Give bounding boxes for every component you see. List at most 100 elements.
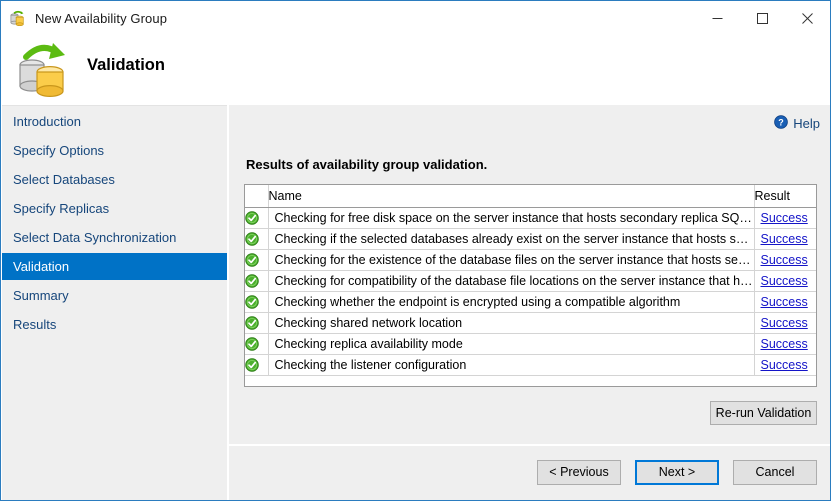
column-header-result[interactable]: Result: [754, 185, 816, 208]
column-header-status[interactable]: [245, 185, 268, 208]
column-header-name[interactable]: Name: [268, 185, 754, 208]
row-name-cell: Checking for the existence of the databa…: [268, 250, 754, 271]
re-run-validation-button[interactable]: Re-run Validation: [710, 401, 817, 425]
success-icon: [245, 316, 259, 330]
table-body: Checking for free disk space on the serv…: [245, 208, 816, 388]
database-sync-icon: [12, 39, 78, 99]
content-panel: ? Help Results of availability group val…: [229, 105, 830, 500]
row-result-cell: Success: [754, 208, 816, 229]
row-status-cell: [245, 250, 268, 271]
sidebar-item-label: Results: [13, 317, 56, 332]
result-link[interactable]: Success: [755, 274, 808, 288]
result-link[interactable]: Success: [755, 316, 808, 330]
close-button[interactable]: [785, 1, 830, 36]
window-controls: [695, 1, 830, 36]
row-name-cell: Checking if the selected databases alrea…: [268, 229, 754, 250]
new-availability-group-dialog: New Availability Group: [0, 0, 831, 501]
sidebar-item-specify-replicas[interactable]: Specify Replicas: [2, 195, 227, 222]
row-status-cell: [245, 208, 268, 229]
next-label: Next >: [659, 465, 695, 479]
table-row[interactable]: Checking shared network locationSuccess: [245, 313, 816, 334]
dialog-body: Introduction Specify Options Select Data…: [2, 105, 830, 500]
result-link[interactable]: Success: [755, 337, 808, 351]
footer-divider: [229, 444, 830, 446]
row-status-cell: [245, 313, 268, 334]
row-name-label: Checking if the selected databases alrea…: [269, 232, 754, 246]
row-name-label: Checking for compatibility of the databa…: [269, 274, 754, 288]
row-result-cell: Success: [754, 313, 816, 334]
svg-text:?: ?: [779, 118, 785, 128]
success-icon: [245, 232, 259, 246]
row-status-cell: [245, 355, 268, 376]
row-name-cell: Checking shared network location: [268, 313, 754, 334]
table-row[interactable]: Checking for free disk space on the serv…: [245, 208, 816, 229]
table-row[interactable]: Checking if the selected databases alrea…: [245, 229, 816, 250]
sidebar-item-label: Introduction: [13, 114, 81, 129]
row-name-cell: Checking whether the endpoint is encrypt…: [268, 292, 754, 313]
result-link[interactable]: Success: [755, 253, 808, 267]
sidebar-item-label: Specify Options: [13, 143, 104, 158]
sidebar-item-label: Validation: [13, 259, 69, 274]
minimize-button[interactable]: [695, 1, 740, 36]
row-name-label: Checking the listener configuration: [269, 358, 754, 372]
row-name-label: Checking for the existence of the databa…: [269, 253, 754, 267]
sidebar-item-label: Specify Replicas: [13, 201, 109, 216]
page-title: Validation: [87, 56, 165, 75]
sidebar-item-label: Select Databases: [13, 172, 115, 187]
row-name-cell: Checking the listener configuration: [268, 355, 754, 376]
validation-results-table[interactable]: Name Result Checking for free disk space…: [244, 184, 817, 387]
sidebar-item-label: Select Data Synchronization: [13, 230, 176, 245]
table-filler-row: [245, 376, 816, 388]
row-result-cell: Success: [754, 355, 816, 376]
footer-button-bar: < Previous Next > Cancel: [229, 457, 830, 487]
row-result-cell: Success: [754, 271, 816, 292]
row-name-label: Checking replica availability mode: [269, 337, 754, 351]
sidebar-item-select-databases[interactable]: Select Databases: [2, 166, 227, 193]
success-icon: [245, 337, 259, 351]
dialog-header: Validation: [2, 36, 830, 105]
table-row[interactable]: Checking replica availability modeSucces…: [245, 334, 816, 355]
sidebar-item-select-data-synchronization[interactable]: Select Data Synchronization: [2, 224, 227, 251]
row-name-cell: Checking for free disk space on the serv…: [268, 208, 754, 229]
success-icon: [245, 274, 259, 288]
result-link[interactable]: Success: [755, 211, 808, 225]
table-row[interactable]: Checking the listener configurationSucce…: [245, 355, 816, 376]
row-status-cell: [245, 292, 268, 313]
window-title: New Availability Group: [35, 11, 167, 26]
table-row[interactable]: Checking whether the endpoint is encrypt…: [245, 292, 816, 313]
result-link[interactable]: Success: [755, 232, 808, 246]
cancel-label: Cancel: [756, 465, 795, 479]
row-name-label: Checking whether the endpoint is encrypt…: [269, 295, 754, 309]
next-button[interactable]: Next >: [635, 460, 719, 485]
re-run-validation-label: Re-run Validation: [716, 406, 812, 420]
row-name-cell: Checking replica availability mode: [268, 334, 754, 355]
row-status-cell: [245, 334, 268, 355]
row-name-label: Checking for free disk space on the serv…: [269, 211, 754, 225]
table-row[interactable]: Checking for compatibility of the databa…: [245, 271, 816, 292]
help-circle-icon: ?: [774, 115, 788, 132]
row-status-cell: [245, 271, 268, 292]
wizard-steps-sidebar: Introduction Specify Options Select Data…: [2, 105, 227, 500]
previous-button[interactable]: < Previous: [537, 460, 621, 485]
sidebar-item-label: Summary: [13, 288, 69, 303]
success-icon: [245, 253, 259, 267]
sidebar-item-results[interactable]: Results: [2, 311, 227, 338]
availability-group-icon: [9, 10, 27, 28]
result-link[interactable]: Success: [755, 295, 808, 309]
success-icon: [245, 358, 259, 372]
sidebar-item-introduction[interactable]: Introduction: [2, 108, 227, 135]
maximize-button[interactable]: [740, 1, 785, 36]
result-link[interactable]: Success: [755, 358, 808, 372]
row-status-cell: [245, 229, 268, 250]
sidebar-item-specify-options[interactable]: Specify Options: [2, 137, 227, 164]
title-bar[interactable]: New Availability Group: [1, 1, 830, 36]
table-row[interactable]: Checking for the existence of the databa…: [245, 250, 816, 271]
success-icon: [245, 295, 259, 309]
sidebar-item-validation[interactable]: Validation: [2, 253, 227, 280]
table-header-row: Name Result: [245, 185, 816, 208]
sidebar-item-summary[interactable]: Summary: [2, 282, 227, 309]
cancel-button[interactable]: Cancel: [733, 460, 817, 485]
help-link[interactable]: ? Help: [774, 115, 820, 132]
row-result-cell: Success: [754, 229, 816, 250]
row-result-cell: Success: [754, 334, 816, 355]
